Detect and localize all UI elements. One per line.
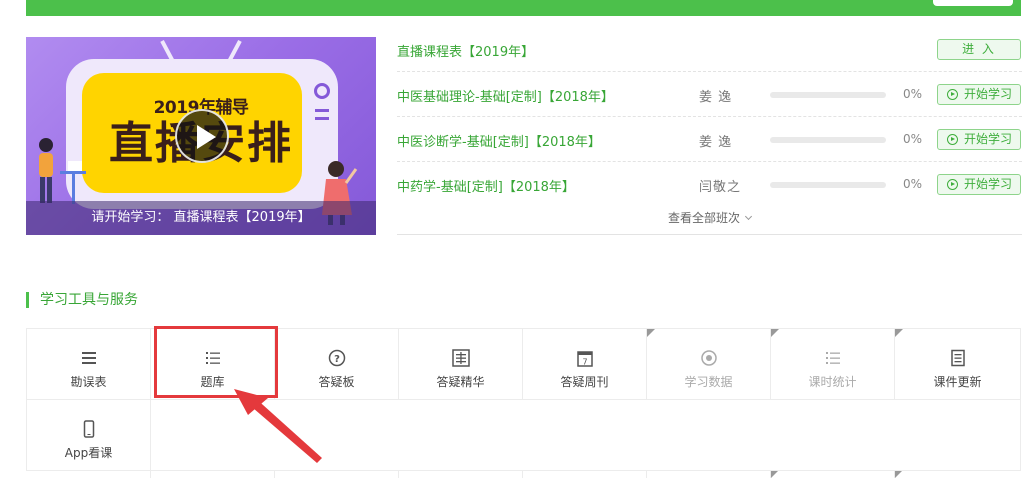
start-learning-label: 开始学习 bbox=[964, 87, 1013, 101]
course-title-link[interactable]: 中医诊断学-基础[定制]【2018年】 bbox=[397, 131, 601, 150]
corner-mark bbox=[895, 329, 903, 337]
tool-label: 答疑板 bbox=[318, 375, 355, 389]
course-title-link[interactable]: 中药学-基础[定制]【2018年】 bbox=[397, 176, 575, 195]
question-circle-icon: ? bbox=[328, 349, 345, 367]
course-teacher: 闫敬之 bbox=[699, 180, 742, 195]
target-icon bbox=[700, 350, 717, 366]
tool-class-stats[interactable]: 课时统计 bbox=[770, 328, 895, 400]
bullet-list-icon bbox=[825, 352, 840, 364]
course-progress-bar bbox=[770, 137, 886, 143]
start-learning-button[interactable]: 开始学习 bbox=[937, 84, 1021, 105]
svg-text:?: ? bbox=[334, 354, 340, 365]
course-progress-bar bbox=[770, 92, 886, 98]
course-list: 直播课程表【2019年】 进 入 中医基础理论-基础[定制]【2018年】 姜 … bbox=[397, 27, 1022, 235]
svg-text:7: 7 bbox=[582, 358, 587, 367]
tools-grid-next-row bbox=[26, 470, 1021, 478]
course-row: 直播课程表【2019年】 进 入 bbox=[397, 27, 1022, 72]
calendar-7-icon: 7 bbox=[576, 351, 593, 367]
tool-courseware-update[interactable]: 课件更新 bbox=[894, 328, 1021, 400]
live-schedule-banner[interactable]: 2019年辅导 直播安排 请开始学习： 直播课程表【2019年】 bbox=[26, 37, 376, 235]
course-title-link[interactable]: 直播课程表【2019年】 bbox=[397, 41, 534, 60]
document-icon bbox=[950, 349, 965, 367]
play-icon[interactable] bbox=[175, 109, 229, 163]
top-green-bar bbox=[26, 0, 1021, 16]
annotation-highlight-box bbox=[154, 326, 278, 398]
play-circle-icon bbox=[947, 89, 958, 100]
tool-qa-board[interactable]: ? 答疑板 bbox=[274, 328, 399, 400]
list-lines-icon bbox=[81, 352, 96, 364]
course-row: 中药学-基础[定制]【2018年】 闫敬之 0% 开始学习 bbox=[397, 162, 1022, 207]
tool-study-data[interactable]: 学习数据 bbox=[646, 328, 771, 400]
start-learning-button[interactable]: 开始学习 bbox=[937, 129, 1021, 150]
tool-app-course[interactable]: App看课 bbox=[26, 399, 151, 471]
chevron-down-icon bbox=[744, 212, 753, 221]
play-circle-icon bbox=[947, 134, 958, 145]
course-teacher: 姜 逸 bbox=[699, 90, 733, 105]
tool-label: 答疑周刊 bbox=[560, 375, 609, 389]
course-row: 中医诊断学-基础[定制]【2018年】 姜 逸 0% 开始学习 bbox=[397, 117, 1022, 162]
course-progress-percent: 0% bbox=[903, 177, 923, 191]
course-title-link[interactable]: 中医基础理论-基础[定制]【2018年】 bbox=[397, 86, 614, 105]
tool-label: 勘误表 bbox=[70, 375, 107, 389]
course-progress-percent: 0% bbox=[903, 132, 923, 146]
tool-errata[interactable]: 勘误表 bbox=[26, 328, 151, 400]
jing-square-icon bbox=[451, 349, 470, 367]
phone-icon bbox=[83, 420, 94, 438]
tools-grid-empty-area bbox=[150, 399, 1021, 471]
play-circle-icon bbox=[947, 179, 958, 190]
tool-label: 课时统计 bbox=[808, 375, 857, 389]
start-learning-label: 开始学习 bbox=[964, 132, 1013, 146]
tool-label: 答疑精华 bbox=[436, 375, 485, 389]
enter-button[interactable]: 进 入 bbox=[937, 39, 1021, 60]
tool-qa-weekly[interactable]: 7 答疑周刊 bbox=[522, 328, 647, 400]
course-progress-bar bbox=[770, 182, 886, 188]
top-bar-button[interactable] bbox=[933, 0, 1013, 6]
tool-qa-essence[interactable]: 答疑精华 bbox=[398, 328, 523, 400]
section-title: 学习工具与服务 bbox=[26, 292, 138, 308]
view-all-classes-link[interactable]: 查看全部班次 bbox=[397, 207, 1022, 235]
course-teacher: 姜 逸 bbox=[699, 135, 733, 150]
tool-label: App看课 bbox=[64, 446, 113, 460]
corner-mark bbox=[647, 329, 655, 337]
tool-label: 学习数据 bbox=[684, 375, 733, 389]
view-all-label: 查看全部班次 bbox=[667, 211, 740, 225]
corner-mark bbox=[771, 329, 779, 337]
banner-caption: 请开始学习： 直播课程表【2019年】 bbox=[26, 201, 376, 235]
tool-label: 课件更新 bbox=[933, 375, 982, 389]
course-row: 中医基础理论-基础[定制]【2018年】 姜 逸 0% 开始学习 bbox=[397, 72, 1022, 117]
course-progress-percent: 0% bbox=[903, 87, 923, 101]
start-learning-button[interactable]: 开始学习 bbox=[937, 174, 1021, 195]
start-learning-label: 开始学习 bbox=[964, 177, 1013, 191]
